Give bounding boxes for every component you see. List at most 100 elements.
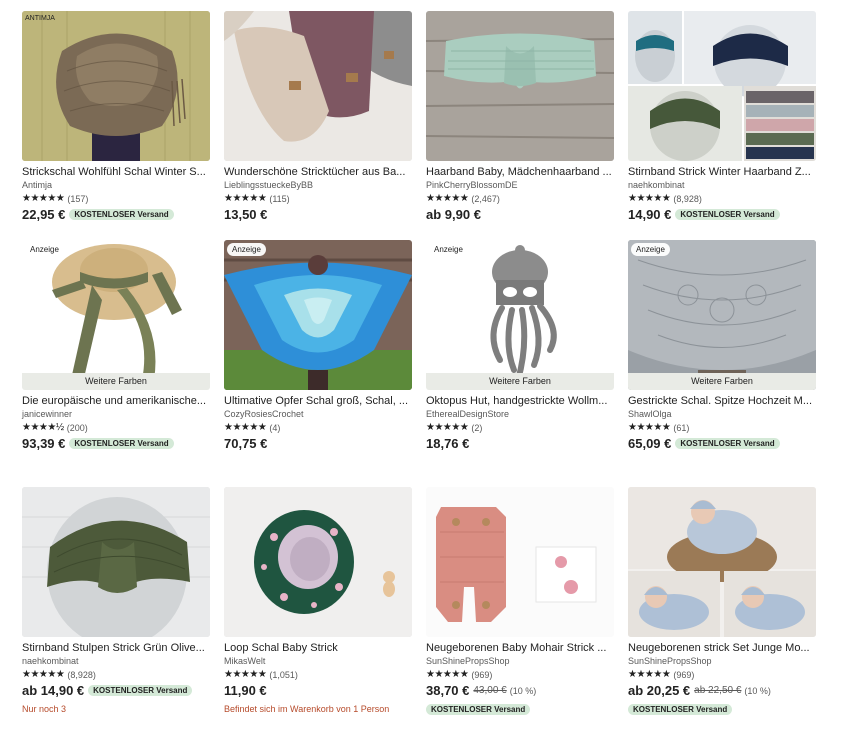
ad-badge: Anzeige — [631, 243, 670, 256]
price: ab 20,25 € — [628, 683, 691, 698]
listing-title[interactable]: Neugeborenen strick Set Junge Mo... — [628, 642, 816, 654]
price: 93,39 € — [22, 436, 66, 451]
listing-title[interactable]: Stirnband Strick Winter Haarband Z... — [628, 166, 816, 178]
price: 11,90 € — [224, 683, 267, 698]
ad-badge: Anzeige — [429, 243, 468, 256]
review-count: (61) — [673, 422, 690, 433]
listing-card[interactable]: Neugeborenen Baby Mohair Strick ... SunS… — [426, 487, 614, 717]
star-rating-icon: ★★★★★ — [224, 669, 267, 680]
headband-photo — [426, 11, 614, 161]
price: 14,90 € — [628, 207, 672, 222]
listing-title[interactable]: Wunderschöne Stricktücher aus Ba... — [224, 166, 412, 178]
star-rating-icon: ★★★★★ — [22, 669, 65, 680]
listing-card[interactable]: Anzeige Ultimative Opfer Schal groß, Sch… — [224, 240, 412, 451]
rating: ★★★★★ (61) — [628, 422, 816, 433]
listing-title[interactable]: Neugeborenen Baby Mohair Strick ... — [426, 642, 614, 654]
cart-note: Befindet sich im Warenkorb von 1 Person — [224, 704, 390, 714]
listing-image[interactable]: Anzeige — [224, 240, 412, 390]
star-rating-icon: ★★★★★ — [224, 422, 267, 433]
discount-label: (10 %) — [744, 685, 771, 696]
shop-name: CozyRosiesCrochet — [224, 409, 304, 419]
crochet-shawl-photo — [224, 240, 412, 390]
star-rating-icon: ★★★★★ — [426, 422, 469, 433]
more-colors-label[interactable]: Weitere Farben — [426, 373, 614, 390]
rating: ★★★★★ (157) — [22, 193, 210, 204]
price: 70,75 € — [224, 436, 268, 451]
review-count: (969) — [673, 669, 695, 680]
listing-card[interactable]: Anzeige Weitere Farben Oktopus Hut, hand… — [426, 240, 614, 451]
free-shipping-badge: KOSTENLOSER Versand — [69, 209, 174, 220]
listing-image[interactable] — [426, 11, 614, 161]
listing-image[interactable] — [628, 487, 816, 637]
listing-image[interactable] — [224, 11, 412, 161]
baby-romper-photo — [426, 487, 614, 637]
listing-title[interactable]: Haarband Baby, Mädchenhaarband ... — [426, 166, 614, 178]
free-shipping-badge: KOSTENLOSER Versand — [88, 685, 193, 696]
rating: ★★★★★ (2,467) — [426, 193, 614, 204]
review-count: (8,928) — [67, 669, 96, 680]
listing-title[interactable]: Die europäische und amerikanische... — [22, 395, 210, 407]
listing-card[interactable]: ANTIMJA Strickschal Wohlfühl Schal Winte… — [22, 11, 210, 222]
lace-shawl-photo — [628, 240, 816, 390]
star-rating-icon: ★★★★★ — [426, 669, 469, 680]
star-rating-icon: ★★★★★ — [628, 422, 671, 433]
star-rating-icon: ★★★★½ — [22, 422, 64, 433]
scarf-photo: ANTIMJA — [22, 11, 210, 161]
price-row: 14,90 € KOSTENLOSER Versand — [628, 207, 816, 222]
rating: ★★★★½ (200) — [22, 422, 210, 433]
price-row: 70,75 € — [224, 436, 412, 451]
more-colors-label[interactable]: Weitere Farben — [628, 373, 816, 390]
listing-title[interactable]: Ultimative Opfer Schal groß, Schal, ... — [224, 395, 412, 407]
listing-image[interactable]: Anzeige Weitere Farben — [22, 240, 210, 390]
listing-card[interactable]: Haarband Baby, Mädchenhaarband ... PinkC… — [426, 11, 614, 222]
listing-image[interactable]: Anzeige Weitere Farben — [426, 240, 614, 390]
review-count: (2) — [471, 422, 483, 433]
rating: ★★★★★ (2) — [426, 422, 614, 433]
listing-title[interactable]: Strickschal Wohlfühl Schal Winter S... — [22, 166, 210, 178]
listing-card[interactable]: Stirnband Strick Winter Haarband Z... na… — [628, 11, 816, 222]
listing-image[interactable]: ANTIMJA — [22, 11, 210, 161]
free-shipping-badge: KOSTENLOSER Versand — [426, 704, 531, 715]
review-count: (8,928) — [673, 193, 702, 204]
listing-card[interactable]: Anzeige Weitere Farben Die europäische u… — [22, 240, 210, 451]
original-price: 43,00 € — [473, 685, 507, 696]
price: 38,70 € — [426, 683, 470, 698]
loop-scarf-photo — [224, 487, 412, 637]
listing-title[interactable]: Loop Schal Baby Strick — [224, 642, 412, 654]
shop-name: MikasWelt — [224, 656, 266, 666]
more-colors-label[interactable]: Weitere Farben — [22, 373, 210, 390]
review-count: (969) — [471, 669, 493, 680]
price: ab 14,90 € — [22, 683, 85, 698]
shop-name: PinkCherryBlossomDE — [426, 180, 518, 190]
listing-title[interactable]: Gestrickte Schal. Spitze Hochzeit M... — [628, 395, 816, 407]
review-count: (200) — [66, 422, 88, 433]
review-count: (4) — [269, 422, 281, 433]
price-row: 38,70 €43,00 € (10 %) — [426, 683, 614, 698]
listing-image[interactable] — [22, 487, 210, 637]
review-count: (115) — [269, 193, 290, 204]
price-row: ab 9,90 € — [426, 207, 614, 222]
free-shipping-badge: KOSTENLOSER Versand — [675, 438, 780, 449]
newborn-knit-set-photo — [628, 487, 816, 637]
rating: ★★★★★ (8,928) — [628, 193, 816, 204]
listing-card[interactable]: Stirnband Stulpen Strick Grün Olive... n… — [22, 487, 210, 714]
listing-image[interactable] — [628, 11, 816, 161]
ad-badge: Anzeige — [25, 243, 64, 256]
price-row: 18,76 € — [426, 436, 614, 451]
listing-card[interactable]: Anzeige Weitere Farben Gestrickte Schal.… — [628, 240, 816, 451]
listing-image[interactable] — [426, 487, 614, 637]
svg-text:ANTIMJA: ANTIMJA — [25, 15, 55, 22]
listing-image[interactable]: Anzeige Weitere Farben — [628, 240, 816, 390]
listing-title[interactable]: Stirnband Stulpen Strick Grün Olive... — [22, 642, 210, 654]
listing-card[interactable]: Wunderschöne Stricktücher aus Ba... Lieb… — [224, 11, 412, 222]
shop-name: SunShinePropsShop — [426, 656, 510, 666]
listing-card[interactable]: Neugeborenen strick Set Junge Mo... SunS… — [628, 487, 816, 717]
shop-name: naehkombinat — [22, 656, 79, 666]
free-shipping-badge: KOSTENLOSER Versand — [69, 438, 174, 449]
listing-card[interactable]: Loop Schal Baby Strick MikasWelt ★★★★★ (1… — [224, 487, 412, 714]
listing-title[interactable]: Oktopus Hut, handgestrickte Wollm... — [426, 395, 614, 407]
rating: ★★★★★ (4) — [224, 422, 412, 433]
star-rating-icon: ★★★★★ — [224, 193, 267, 204]
listing-image[interactable] — [224, 487, 412, 637]
price-row: 93,39 € KOSTENLOSER Versand — [22, 436, 210, 451]
